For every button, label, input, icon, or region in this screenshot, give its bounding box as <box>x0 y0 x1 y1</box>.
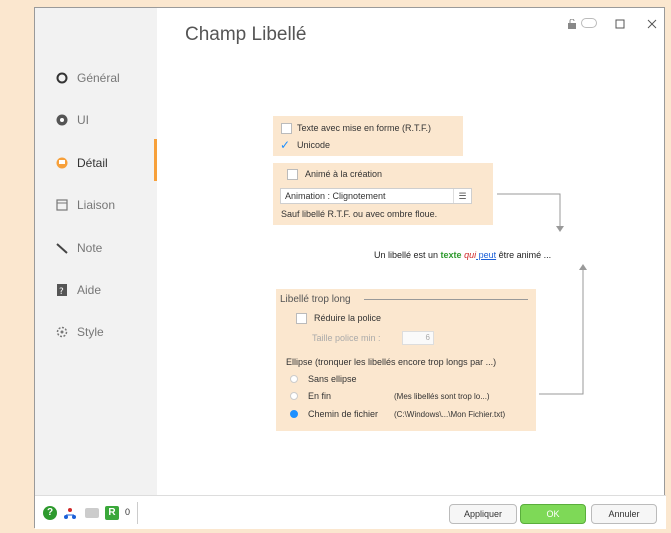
r-icon[interactable]: R <box>105 506 119 520</box>
footer-bar: ? R 0 Appliquer OK Annuler <box>35 495 666 529</box>
dialog-window: Général UI Détail Liaison Note ? Aide St… <box>34 7 666 529</box>
long-label-panel: Libellé trop long Réduire la police Tail… <box>276 289 536 431</box>
apply-button[interactable]: Appliquer <box>449 504 517 524</box>
radio-end[interactable] <box>290 392 298 400</box>
long-panel-title: Libellé trop long <box>280 294 351 305</box>
option-label: En fin <box>308 391 332 401</box>
divider <box>137 502 138 524</box>
option-example: (Mes libellés sont trop lo...) <box>394 392 490 401</box>
ellipsis-label: Ellipse (tronquer les libellés encore tr… <box>286 357 497 367</box>
ok-button[interactable]: OK <box>520 504 586 524</box>
reduce-font-checkbox[interactable] <box>296 313 307 324</box>
reduce-font-label: Réduire la police <box>314 313 382 323</box>
divider <box>364 299 528 300</box>
option-example: (C:\Windows\...\Mon Fichier.txt) <box>394 410 506 419</box>
cancel-button[interactable]: Annuler <box>591 504 657 524</box>
network-icon[interactable] <box>63 506 77 520</box>
option-label: Chemin de fichier <box>308 409 379 419</box>
option-label: Sans ellipse <box>308 374 357 384</box>
preview-text: Un libellé est un texte qui peut être an… <box>374 250 552 260</box>
radio-no-ellipsis[interactable] <box>290 375 298 383</box>
help-icon[interactable]: ? <box>43 506 57 520</box>
min-size-label: Taille police min : <box>312 333 381 343</box>
radio-file-path[interactable] <box>290 410 298 418</box>
screen-icon[interactable] <box>85 508 99 518</box>
min-size-input[interactable]: 6 <box>402 331 434 345</box>
counter: 0 <box>125 507 131 517</box>
